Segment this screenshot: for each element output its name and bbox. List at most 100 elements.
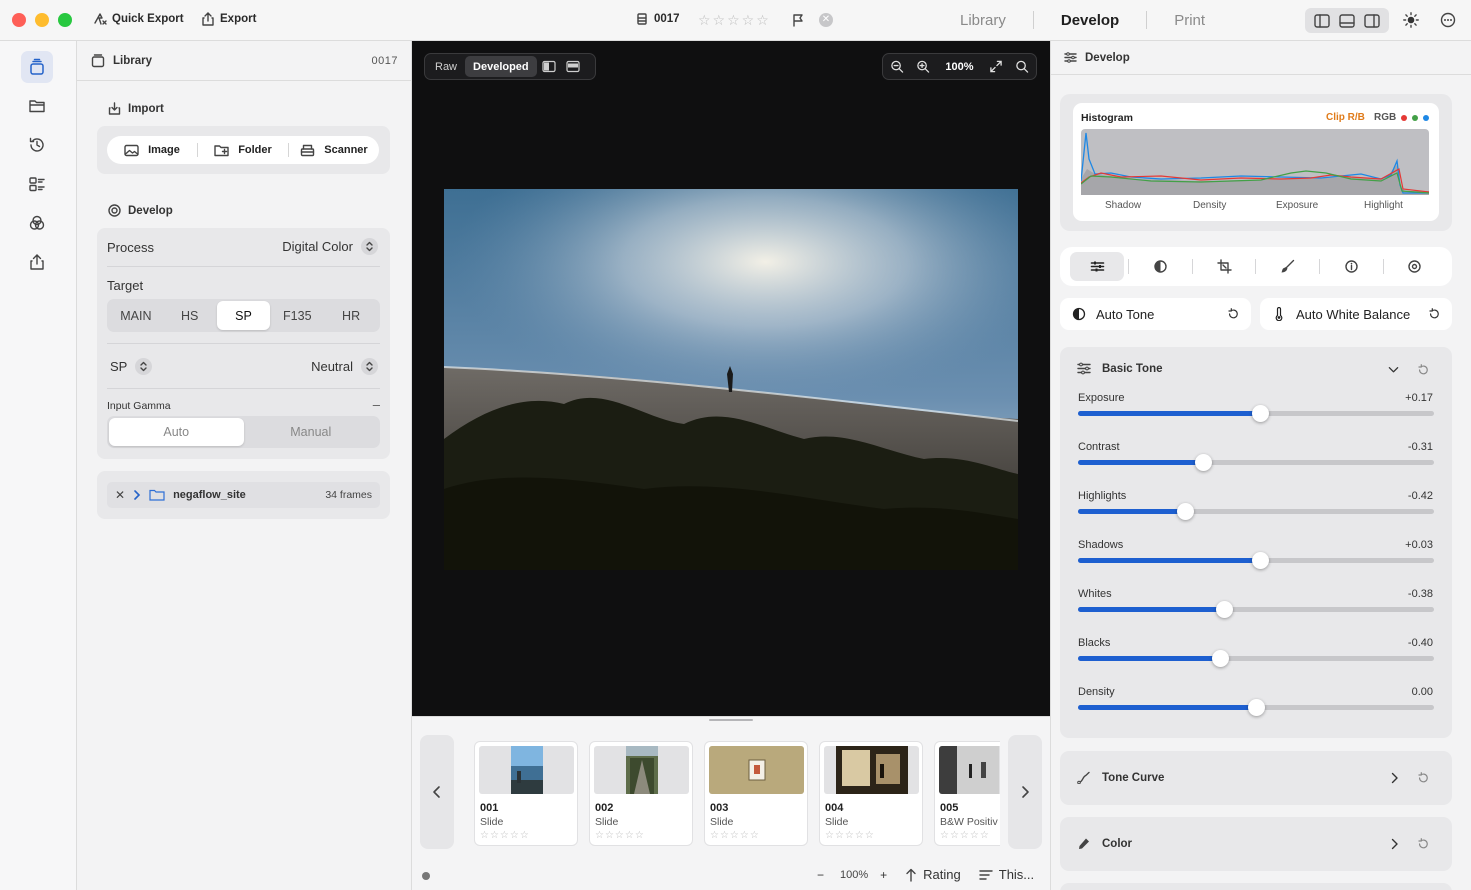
- folder-row[interactable]: ✕ negaflow_site 34 frames: [107, 482, 380, 508]
- reset-icon[interactable]: [1417, 772, 1429, 784]
- tab-basic-adjustments[interactable]: [1070, 252, 1125, 281]
- left-sidebar-toggle[interactable]: [1309, 11, 1334, 30]
- import-folder-button[interactable]: Folder: [198, 144, 288, 157]
- frame-rating[interactable]: ☆☆☆☆☆: [940, 830, 990, 841]
- mode-library[interactable]: Library: [960, 12, 1006, 29]
- rail-export-button[interactable]: [21, 246, 53, 278]
- rail-presets-button[interactable]: [21, 168, 53, 200]
- slider-track-contrast[interactable]: [1078, 454, 1434, 471]
- import-image-button[interactable]: Image: [107, 144, 197, 157]
- green-channel-dot[interactable]: [1412, 115, 1418, 121]
- main-photo[interactable]: [444, 189, 1018, 570]
- more-options-icon[interactable]: [1440, 12, 1456, 28]
- red-channel-dot[interactable]: [1401, 115, 1407, 121]
- compare-view-button[interactable]: [561, 56, 585, 77]
- chevron-right-icon[interactable]: [133, 490, 141, 500]
- chevron-right-icon[interactable]: [1391, 772, 1399, 784]
- zoom-window-button[interactable]: [58, 13, 72, 27]
- split-view-button[interactable]: [537, 56, 561, 77]
- rail-color-button[interactable]: [21, 207, 53, 239]
- chevron-right-icon[interactable]: [1391, 838, 1399, 850]
- slider-value-density[interactable]: 0.00: [1412, 686, 1433, 698]
- slider-track-density[interactable]: [1078, 699, 1434, 716]
- close-window-button[interactable]: [12, 13, 26, 27]
- slider-knob[interactable]: [1194, 454, 1212, 471]
- film-frame-002[interactable]: 002 Slide ☆☆☆☆☆: [589, 741, 693, 846]
- zoom-tool-button[interactable]: [1010, 56, 1034, 77]
- slider-value-contrast[interactable]: -0.31: [1408, 441, 1433, 453]
- slider-value-whites[interactable]: -0.38: [1408, 588, 1433, 600]
- zoom-out-button[interactable]: [885, 56, 909, 77]
- thumb-zoom-in-button[interactable]: +: [880, 868, 887, 882]
- export-button[interactable]: Export: [201, 12, 256, 26]
- target-option-hs[interactable]: HS: [163, 301, 217, 330]
- reset-icon[interactable]: [1428, 308, 1440, 320]
- target-option-main[interactable]: MAIN: [109, 301, 163, 330]
- bottom-panel-toggle[interactable]: [1334, 11, 1359, 30]
- slider-track-blacks[interactable]: [1078, 650, 1434, 667]
- target-option-f135[interactable]: F135: [270, 301, 324, 330]
- zoom-in-button[interactable]: [911, 56, 935, 77]
- tone-curve-panel[interactable]: Tone Curve: [1060, 751, 1452, 805]
- slider-knob[interactable]: [1212, 650, 1230, 667]
- slider-track-exposure[interactable]: [1078, 405, 1434, 422]
- gamma-option-manual[interactable]: Manual: [244, 418, 379, 446]
- target-option-sp[interactable]: SP: [216, 301, 271, 330]
- tab-tone[interactable]: [1134, 252, 1188, 281]
- slider-track-whites[interactable]: [1078, 601, 1434, 618]
- reject-icon[interactable]: ✕: [819, 13, 833, 27]
- reset-icon[interactable]: [1417, 838, 1429, 850]
- frame-rating[interactable]: ☆☆☆☆☆: [710, 830, 760, 841]
- clip-toggle[interactable]: Clip R/B: [1326, 112, 1365, 123]
- film-frame-005[interactable]: 005 B&W Positiv ☆☆☆☆☆: [934, 741, 1000, 846]
- slider-knob[interactable]: [1248, 699, 1265, 716]
- gamma-option-auto[interactable]: Auto: [109, 418, 244, 446]
- minimize-window-button[interactable]: [35, 13, 49, 27]
- mode-print[interactable]: Print: [1174, 12, 1205, 29]
- slider-track-highlights[interactable]: [1078, 503, 1434, 520]
- rail-history-button[interactable]: [21, 129, 53, 161]
- tab-crop[interactable]: [1197, 252, 1251, 281]
- input-gamma-collapse-button[interactable]: –: [373, 397, 380, 412]
- slider-value-shadows[interactable]: +0.03: [1405, 539, 1433, 551]
- neutral-select[interactable]: Neutral: [311, 358, 378, 375]
- brightness-icon[interactable]: [1403, 12, 1419, 28]
- view-developed-button[interactable]: Developed: [465, 56, 537, 77]
- target-option-hr[interactable]: HR: [324, 301, 378, 330]
- slider-track-shadows[interactable]: [1078, 552, 1434, 569]
- reset-icon[interactable]: [1227, 308, 1239, 320]
- color-header[interactable]: Color: [1077, 837, 1132, 850]
- filmstrip-next-button[interactable]: [1008, 735, 1042, 849]
- basic-tone-header[interactable]: Basic Tone: [1077, 362, 1163, 375]
- reset-icon[interactable]: [1417, 364, 1429, 376]
- quick-export-button[interactable]: Quick Export: [93, 12, 184, 26]
- auto-white-balance-button[interactable]: Auto White Balance: [1260, 298, 1452, 330]
- mode-develop[interactable]: Develop: [1061, 12, 1119, 29]
- film-frame-001[interactable]: 001 Slide ☆☆☆☆☆: [474, 741, 578, 846]
- frame-rating[interactable]: ☆☆☆☆☆: [595, 830, 645, 841]
- frame-rating[interactable]: ☆☆☆☆☆: [480, 830, 530, 841]
- flag-icon[interactable]: [791, 13, 805, 27]
- slider-knob[interactable]: [1251, 405, 1269, 422]
- filmstrip-prev-button[interactable]: [420, 735, 454, 849]
- zoom-level[interactable]: 100%: [937, 56, 981, 77]
- rating-stars[interactable]: ☆☆☆☆☆: [698, 12, 771, 29]
- filmstrip-resize-handle[interactable]: [709, 719, 753, 721]
- thumb-zoom-out-button[interactable]: −: [817, 868, 824, 882]
- slider-knob[interactable]: [1176, 503, 1194, 520]
- slider-value-highlights[interactable]: -0.42: [1408, 490, 1433, 502]
- slider-knob[interactable]: [1215, 601, 1233, 618]
- sort-by-rating-button[interactable]: Rating: [923, 867, 961, 882]
- tab-presets[interactable]: [1388, 252, 1442, 281]
- color-panel[interactable]: Color: [1060, 817, 1452, 871]
- frame-rating[interactable]: ☆☆☆☆☆: [825, 830, 875, 841]
- process-select[interactable]: Digital Color: [282, 238, 378, 255]
- blue-channel-dot[interactable]: [1423, 115, 1429, 121]
- film-frame-003[interactable]: 003 Slide ☆☆☆☆☆: [704, 741, 808, 846]
- rgb-toggle[interactable]: RGB: [1374, 112, 1396, 123]
- slider-value-blacks[interactable]: -0.40: [1408, 637, 1433, 649]
- tone-curve-header[interactable]: Tone Curve: [1077, 771, 1164, 784]
- slider-value-exposure[interactable]: +0.17: [1405, 392, 1433, 404]
- rail-library-button[interactable]: [21, 51, 53, 83]
- fit-screen-button[interactable]: [984, 56, 1008, 77]
